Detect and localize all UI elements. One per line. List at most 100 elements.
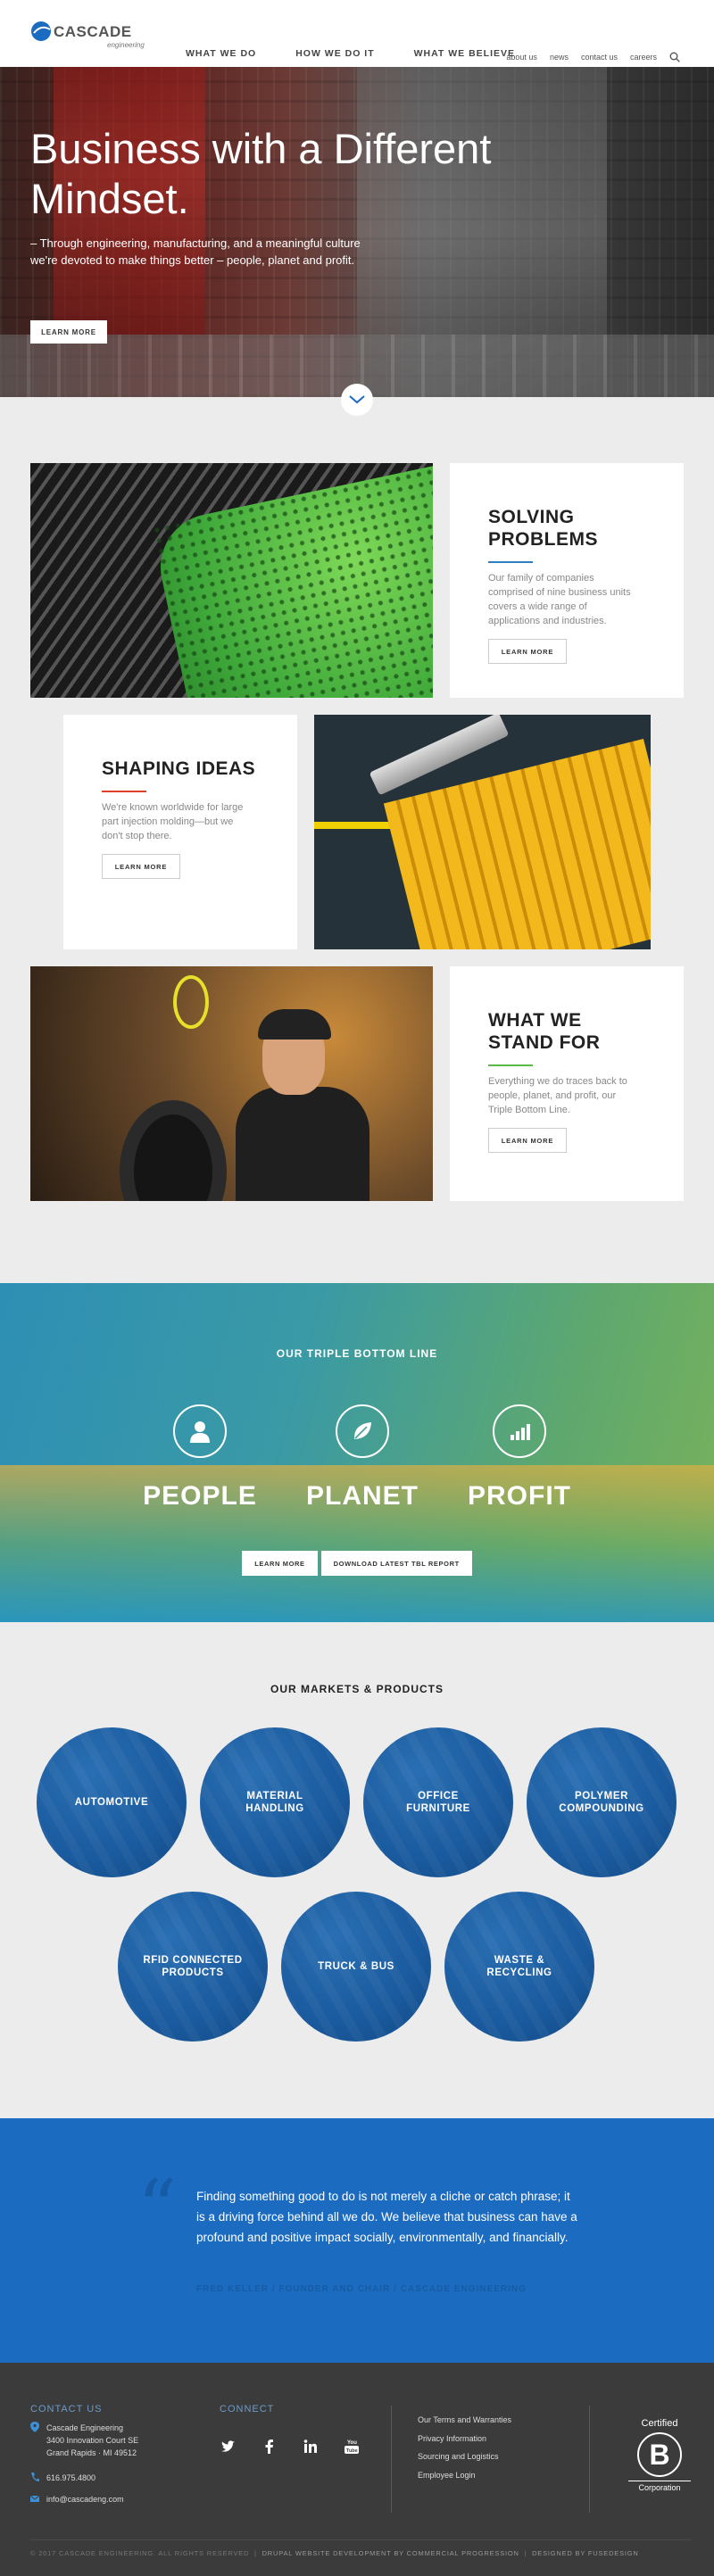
tbl-word: PROFIT bbox=[468, 1481, 571, 1511]
tbl-title: OUR TRIPLE BOTTOM LINE bbox=[276, 1347, 438, 1360]
tbl-people: PEOPLE bbox=[129, 1404, 271, 1512]
nav-how-we-do-it[interactable]: HOW WE DO IT bbox=[295, 48, 374, 59]
card-learn-more-button[interactable]: LEARN MORE bbox=[488, 639, 567, 664]
email-address[interactable]: info@cascadeng.com bbox=[46, 2493, 124, 2506]
worker-photo bbox=[30, 966, 433, 1201]
dev-credit[interactable]: DRUPAL WEBSITE DEVELOPMENT BY COMMERCIAL… bbox=[262, 2549, 519, 2557]
tbl-word: PEOPLE bbox=[143, 1481, 257, 1511]
address-line: Cascade Engineering bbox=[46, 2423, 124, 2432]
product-photo-green-crate bbox=[30, 463, 433, 698]
logo-sub: engineering bbox=[107, 41, 145, 49]
bcorp-logo-icon: B bbox=[637, 2432, 682, 2477]
bcorp-badge[interactable]: Certified B Corporation bbox=[628, 2418, 691, 2492]
quote-text: Finding something good to do is not mere… bbox=[196, 2190, 577, 2244]
bcorp-top: Certified bbox=[641, 2418, 678, 2429]
markets-title: OUR MARKETS & PRODUCTS bbox=[270, 1683, 444, 1695]
card-learn-more-button[interactable]: LEARN MORE bbox=[102, 854, 180, 879]
footer-link-privacy[interactable]: Privacy Information bbox=[418, 2430, 511, 2448]
connect-heading: CONNECT bbox=[220, 2404, 275, 2414]
logo-name: CASCADE bbox=[54, 23, 132, 40]
market-label: OFFICE FURNITURE bbox=[406, 1791, 470, 1814]
card-learn-more-button[interactable]: LEARN MORE bbox=[488, 1128, 567, 1153]
market-waste-recycling[interactable]: WASTE & RECYCLING bbox=[444, 1892, 594, 2042]
phone-icon bbox=[31, 2472, 39, 2481]
card-text: Our family of companies comprised of nin… bbox=[488, 573, 631, 626]
card-what-we-stand-for: WHAT WE STAND FOR Everything we do trace… bbox=[450, 966, 684, 1201]
footer-bottom-bar: © 2017 CASCADE ENGINEERING. ALL RIGHTS R… bbox=[30, 2539, 691, 2557]
market-label: RFID CONNECTED PRODUCTS bbox=[143, 1955, 243, 1978]
hero-banner: Business with a Different Mindset. – Thr… bbox=[0, 67, 714, 397]
address-line: 3400 Innovation Court SE bbox=[46, 2436, 139, 2445]
card-shaping-ideas: SHAPING IDEAS We're known worldwide for … bbox=[63, 715, 297, 949]
envelope-icon bbox=[30, 2495, 39, 2502]
search-icon[interactable] bbox=[669, 52, 680, 62]
market-label: MATERIAL HANDLING bbox=[245, 1791, 304, 1814]
card-text: We're known worldwide for large part inj… bbox=[102, 802, 244, 841]
market-truck-bus[interactable]: TRUCK & BUS bbox=[281, 1892, 431, 2042]
card-solving-problems: SOLVING PROBLEMS Our family of companies… bbox=[450, 463, 684, 698]
tbl-learn-more-button[interactable]: LEARN MORE bbox=[242, 1551, 318, 1576]
market-label: POLYMER COMPOUNDING bbox=[559, 1791, 644, 1814]
market-office-furniture[interactable]: OFFICE FURNITURE bbox=[363, 1727, 513, 1877]
logo-mark-icon bbox=[31, 21, 51, 41]
nav-news[interactable]: news bbox=[550, 53, 569, 62]
hero-title: Business with a Different Mindset. bbox=[30, 125, 492, 222]
card-rule bbox=[488, 561, 533, 563]
tbl-buttons: LEARN MORE DOWNLOAD LATEST TBL REPORT bbox=[0, 1551, 714, 1576]
nav-contact-us[interactable]: contact us bbox=[581, 53, 618, 62]
site-header: CASCADE engineering WHAT WE DO HOW WE DO… bbox=[0, 0, 714, 67]
phone-row: 616.975.4800 bbox=[30, 2472, 95, 2484]
address-block: Cascade Engineering 3400 Innovation Cour… bbox=[30, 2422, 138, 2459]
nav-what-we-believe[interactable]: WHAT WE BELIEVE bbox=[414, 48, 515, 59]
logo[interactable]: CASCADE engineering bbox=[30, 18, 148, 57]
main-nav: WHAT WE DO HOW WE DO IT WHAT WE BELIEVE bbox=[186, 48, 515, 59]
market-rfid-connected-products[interactable]: RFID CONNECTED PRODUCTS bbox=[118, 1892, 268, 2042]
bar-chart-icon bbox=[493, 1404, 546, 1458]
svg-text:You: You bbox=[347, 2440, 357, 2446]
download-tbl-report-button[interactable]: DOWNLOAD LATEST TBL REPORT bbox=[320, 1551, 472, 1576]
youtube-icon[interactable]: You Tube bbox=[343, 2438, 361, 2456]
linkedin-icon[interactable] bbox=[302, 2438, 320, 2456]
quote-author: FRED KELLER / FOUNDER AND CHAIR / CASCAD… bbox=[196, 2284, 527, 2294]
scroll-down-button[interactable] bbox=[341, 384, 373, 416]
person-icon bbox=[173, 1404, 227, 1458]
chevron-down-icon bbox=[349, 395, 365, 404]
market-label: TRUCK & BUS bbox=[318, 1961, 394, 1972]
nav-what-we-do[interactable]: WHAT WE DO bbox=[186, 48, 256, 59]
card-text: Everything we do traces back to people, … bbox=[488, 1076, 627, 1115]
triple-bottom-line-section: OUR TRIPLE BOTTOM LINE PEOPLE PLANET PRO… bbox=[0, 1283, 714, 1622]
twitter-icon[interactable] bbox=[220, 2438, 237, 2456]
site-footer: CONTACT US Cascade Engineering 3400 Inno… bbox=[0, 2363, 714, 2576]
hero-text: – Through engineering, manufacturing, an… bbox=[30, 236, 361, 267]
svg-text:Tube: Tube bbox=[346, 2448, 358, 2454]
footer-link-sourcing[interactable]: Sourcing and Logistics bbox=[418, 2448, 511, 2466]
hero-learn-more-button[interactable]: LEARN MORE bbox=[30, 320, 107, 344]
market-material-handling[interactable]: MATERIAL HANDLING bbox=[200, 1727, 350, 1877]
market-automotive[interactable]: AUTOMOTIVE bbox=[37, 1727, 187, 1877]
tbl-word: PLANET bbox=[306, 1481, 419, 1511]
bcorp-bottom: Corporation bbox=[628, 2481, 691, 2492]
market-polymer-compounding[interactable]: POLYMER COMPOUNDING bbox=[527, 1727, 677, 1877]
footer-link-terms[interactable]: Our Terms and Warranties bbox=[418, 2411, 511, 2430]
contact-heading: CONTACT US bbox=[30, 2404, 103, 2414]
nav-about-us[interactable]: about us bbox=[506, 53, 537, 62]
map-pin-icon bbox=[30, 2422, 39, 2432]
email-row: info@cascadeng.com bbox=[30, 2493, 124, 2506]
tbl-profit: PROFIT bbox=[448, 1404, 591, 1512]
market-label: WASTE & RECYCLING bbox=[486, 1955, 552, 1978]
card-title: SHAPING IDEAS bbox=[102, 758, 256, 779]
footer-link-employee-login[interactable]: Employee Login bbox=[418, 2466, 511, 2485]
card-rule bbox=[488, 1064, 533, 1066]
design-credit[interactable]: DESIGNED BY FUSEDESIGN bbox=[532, 2549, 639, 2557]
nav-careers[interactable]: careers bbox=[630, 53, 657, 62]
social-links: You Tube bbox=[220, 2438, 361, 2456]
quote-mark-icon: “ bbox=[137, 2164, 177, 2253]
facebook-icon[interactable] bbox=[261, 2438, 278, 2456]
phone-number[interactable]: 616.975.4800 bbox=[46, 2472, 95, 2484]
copyright: © 2017 CASCADE ENGINEERING. ALL RIGHTS R… bbox=[30, 2549, 250, 2557]
leaf-icon bbox=[336, 1404, 389, 1458]
address-line: Grand Rapids · MI 49512 bbox=[46, 2448, 137, 2457]
utility-nav: about us news contact us careers bbox=[506, 52, 680, 62]
footer-links: Our Terms and Warranties Privacy Informa… bbox=[418, 2411, 511, 2484]
robot-arm-photo bbox=[314, 715, 651, 949]
